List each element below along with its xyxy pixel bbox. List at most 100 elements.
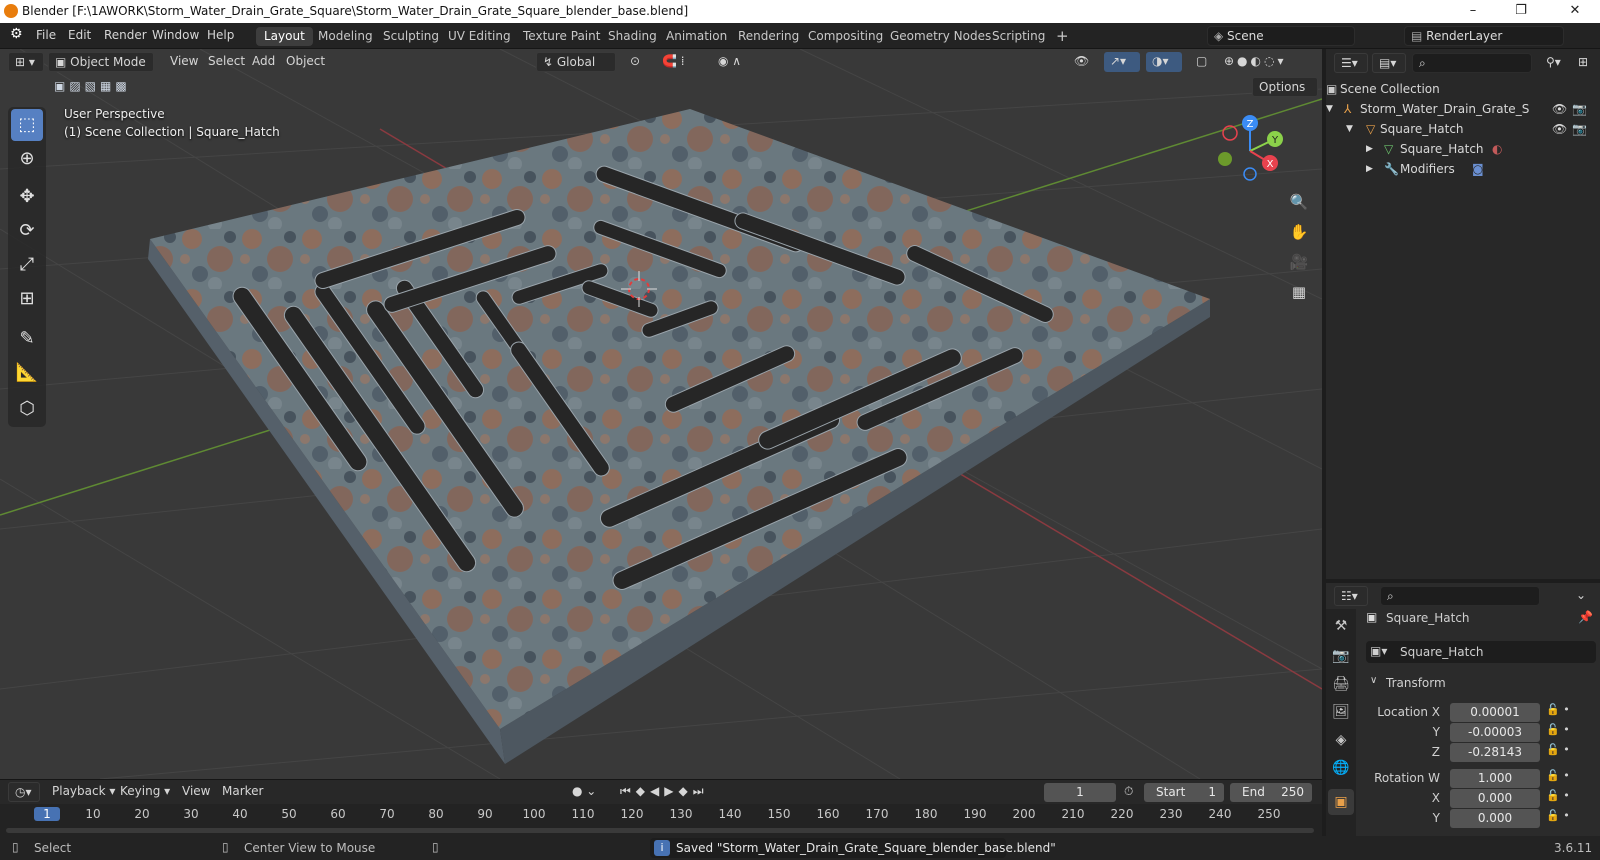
rotate-tool-icon[interactable]: ⟳: [11, 215, 43, 247]
zoom-icon[interactable]: 🔍: [1286, 189, 1312, 215]
outliner-row-mesh-data[interactable]: ▶ ▽ Square_Hatch ◐: [1326, 139, 1600, 159]
timeline-scrollbar[interactable]: [6, 828, 1314, 833]
overlays-toggle-icon[interactable]: ◑▾: [1146, 52, 1182, 72]
render-tab-icon[interactable]: 📷: [1328, 643, 1354, 669]
minimize-button[interactable]: –: [1450, 0, 1496, 23]
object-tab-icon[interactable]: ▣: [1328, 789, 1354, 815]
xray-toggle-icon[interactable]: ▢: [1190, 52, 1214, 72]
outliner-search-input[interactable]: ⌕: [1412, 53, 1532, 73]
editor-type-button[interactable]: ⊞ ▾: [8, 52, 44, 72]
pin-icon[interactable]: 📌: [1578, 610, 1593, 624]
outliner-row-collection[interactable]: ▼ ⅄ Storm_Water_Drain_Grate_S 👁 📷: [1326, 99, 1600, 119]
select-box-tool-icon[interactable]: ⬚: [11, 109, 43, 141]
location-y-field[interactable]: -0.00003: [1450, 723, 1540, 742]
start-frame-field[interactable]: Start 1: [1144, 783, 1224, 802]
tab-texture-paint[interactable]: Texture Paint: [515, 27, 608, 46]
menu-file[interactable]: File: [36, 28, 56, 42]
tab-scripting[interactable]: Scripting: [984, 27, 1053, 46]
tab-modeling[interactable]: Modeling: [310, 27, 381, 46]
rotation-x-field[interactable]: 0.000: [1450, 789, 1540, 808]
outliner-editor-type-button[interactable]: ☰▾: [1334, 53, 1368, 73]
3d-viewport[interactable]: ⊞ ▾ ▣ Object Mode View Select Add Object…: [0, 49, 1322, 779]
tab-rendering[interactable]: Rendering: [730, 27, 807, 46]
scene-selector[interactable]: ◈ Scene: [1207, 26, 1355, 46]
playback-controls-icons[interactable]: ⏮◆◀▶◆⏭: [614, 782, 734, 802]
lock-icon[interactable]: 🔓 •: [1546, 743, 1570, 756]
menu-help[interactable]: Help: [207, 28, 234, 42]
location-z-field[interactable]: -0.28143: [1450, 743, 1540, 762]
camera-icon[interactable]: 📷: [1572, 122, 1587, 136]
proportional-editing-icon[interactable]: ◉ ∧: [712, 52, 756, 72]
filter-icon[interactable]: ⚲▾: [1540, 53, 1570, 73]
tab-compositing[interactable]: Compositing: [800, 27, 891, 46]
properties-search-input[interactable]: ⌕: [1380, 586, 1540, 606]
tool-tab-icon[interactable]: ⚒: [1328, 613, 1354, 639]
outliner-row-modifiers[interactable]: ▶ 🔧 Modifiers ◙: [1326, 159, 1600, 179]
shading-mode-icons[interactable]: ⊕●◐◌▾: [1218, 52, 1318, 72]
end-frame-field[interactable]: End 250: [1230, 783, 1312, 802]
output-tab-icon[interactable]: 🖨: [1328, 671, 1354, 697]
lock-icon[interactable]: 🔓 •: [1546, 703, 1570, 716]
tab-sculpting[interactable]: Sculpting: [375, 27, 447, 46]
snap-icon[interactable]: 🧲 ⁞: [656, 52, 706, 72]
menu-object[interactable]: Object: [280, 52, 331, 72]
tab-geometry-nodes[interactable]: Geometry Nodes: [882, 27, 999, 46]
tab-shading[interactable]: Shading: [600, 27, 665, 46]
mode-selector[interactable]: ▣ Object Mode: [48, 52, 154, 72]
cursor-tool-icon[interactable]: ⊕: [11, 143, 43, 175]
menu-add[interactable]: Add: [246, 52, 281, 72]
view-layer-tab-icon[interactable]: 🖼: [1328, 699, 1354, 725]
menu-render[interactable]: Render: [104, 28, 147, 42]
tab-animation[interactable]: Animation: [658, 27, 735, 46]
lock-icon[interactable]: 🔓 •: [1546, 769, 1570, 782]
menu-marker[interactable]: Marker: [216, 782, 269, 802]
selection-mode-icons[interactable]: ▣▨▧▦▩: [48, 77, 140, 97]
camera-view-icon[interactable]: 🎥: [1286, 249, 1312, 275]
add-workspace-button[interactable]: +: [1048, 25, 1077, 45]
menu-view[interactable]: View: [164, 52, 204, 72]
menu-edit[interactable]: Edit: [68, 28, 91, 42]
location-x-field[interactable]: 0.00001: [1450, 703, 1540, 722]
render-layer-selector[interactable]: ▤ RenderLayer: [1404, 26, 1564, 46]
camera-icon[interactable]: 📷: [1572, 102, 1587, 116]
pan-hand-icon[interactable]: ✋: [1286, 219, 1312, 245]
frame-ruler[interactable]: 1 10 20 30 40 50 60 70 80 90 100 110 120…: [0, 804, 1322, 837]
new-collection-icon[interactable]: ⊞: [1572, 53, 1594, 73]
properties-editor-type-button[interactable]: ☷▾: [1334, 586, 1368, 606]
menu-keying[interactable]: Keying ▾: [114, 782, 176, 802]
current-frame-indicator[interactable]: 1: [34, 807, 60, 821]
transform-orientation[interactable]: ↯ Global: [536, 52, 616, 72]
eye-icon[interactable]: 👁: [1552, 122, 1567, 136]
measure-tool-icon[interactable]: 📐: [11, 357, 43, 389]
lock-icon[interactable]: 🔓 •: [1546, 723, 1570, 736]
rotation-y-field[interactable]: 0.000: [1450, 809, 1540, 828]
outliner-row-square-hatch[interactable]: ▼ ▽ Square_Hatch 👁 📷: [1326, 119, 1600, 139]
lock-icon[interactable]: 🔓 •: [1546, 809, 1570, 822]
pivot-point-icon[interactable]: ⊙: [624, 52, 652, 72]
visibility-icon[interactable]: 👁: [1068, 52, 1098, 72]
object-name-field[interactable]: ▣▾ Square_Hatch: [1366, 641, 1596, 663]
transform-tool-icon[interactable]: ⊞: [11, 283, 43, 315]
ortho-grid-icon[interactable]: ▦: [1286, 279, 1312, 305]
outliner-row-scene-collection[interactable]: ▣ Scene Collection: [1326, 79, 1600, 99]
add-cube-tool-icon[interactable]: ⬡: [11, 393, 43, 425]
timeline-editor-type-button[interactable]: ◷▾: [8, 782, 40, 802]
display-mode-button[interactable]: ▤▾: [1372, 53, 1406, 73]
options-button[interactable]: Options: [1252, 77, 1318, 97]
transform-section-header[interactable]: ∨ Transform: [1366, 673, 1596, 693]
scene-tab-icon[interactable]: ◈: [1328, 727, 1354, 753]
tab-uv-editing[interactable]: UV Editing: [440, 27, 519, 46]
move-tool-icon[interactable]: ✥: [11, 181, 43, 213]
menu-select[interactable]: Select: [202, 52, 251, 72]
properties-options-icon[interactable]: ⌄: [1570, 586, 1592, 606]
annotate-tool-icon[interactable]: ✎: [11, 323, 43, 355]
navigation-gizmo[interactable]: Z Y X: [1215, 111, 1285, 181]
auto-keying-icon[interactable]: ● ⌄: [566, 782, 600, 802]
lock-icon[interactable]: 🔓 •: [1546, 789, 1570, 802]
scale-tool-icon[interactable]: ⤢: [11, 249, 43, 281]
gizmo-toggle-icon[interactable]: ↗▾: [1104, 52, 1140, 72]
world-tab-icon[interactable]: 🌐: [1328, 755, 1354, 781]
current-frame-field[interactable]: 1: [1044, 783, 1116, 802]
eye-icon[interactable]: 👁: [1552, 102, 1567, 116]
tab-layout[interactable]: Layout: [256, 27, 313, 46]
